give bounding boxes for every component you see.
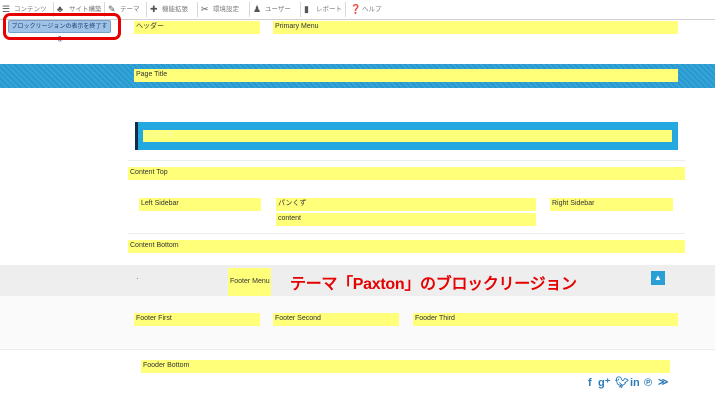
toolbar-item-label: サイト構築 [69, 6, 102, 13]
region-breadcrumb-overlay: パンくず [143, 130, 672, 142]
help-icon: ❓ [350, 4, 362, 14]
divider [128, 233, 685, 234]
toolbar-divider [345, 2, 346, 17]
region-footer-first: Footer First [134, 313, 260, 326]
scroll-to-top-button[interactable]: ▲ [651, 271, 665, 285]
pinterest-icon[interactable]: ℗ [644, 376, 652, 390]
region-primary-menu: Primary Menu [273, 21, 678, 34]
footer-dot: · [136, 274, 139, 283]
wrench-icon: ✂ [201, 4, 209, 14]
users-icon: ♟ [253, 4, 262, 14]
chevron-up-icon: ▲ [654, 273, 662, 282]
highlight-frame [3, 13, 121, 40]
bar-chart-icon: ▮ [304, 4, 309, 14]
toolbar-divider [197, 2, 198, 17]
toolbar-item-label: レポート [316, 6, 342, 13]
toolbar-item-label: コンテンツ [14, 6, 47, 13]
toolbar-divider [300, 2, 301, 17]
twitter-icon[interactable]: 🐦︎ [615, 376, 629, 390]
region-content: content [276, 213, 536, 226]
puzzle-icon: ✚ [150, 4, 158, 14]
region-footer-bottom: Fooder Bottom [141, 360, 670, 373]
region-header: ヘッダー [134, 21, 260, 34]
toolbar-item-reports[interactable]: ▮ レポート [302, 0, 342, 19]
region-footer-second: Footer Second [273, 313, 399, 326]
region-breadcrumb: パンくず [276, 198, 536, 211]
divider [128, 160, 685, 161]
toolbar-divider [146, 2, 147, 17]
toolbar-item-extend[interactable]: ✚ 機能拡張 [148, 0, 188, 19]
toolbar-item-label: ユーザー [265, 6, 291, 13]
toolbar-item-people[interactable]: ♟ ユーザー [251, 0, 291, 19]
region-right-sidebar: Right Sidebar [550, 198, 673, 211]
annotation-caption: テーマ「Paxton」のブロックリージョン [290, 276, 577, 293]
region-content-top: Content Top [128, 167, 685, 180]
google-plus-icon[interactable]: g⁺ [598, 376, 611, 390]
region-content-bottom: Content Bottom [128, 240, 685, 253]
toolbar-item-label: 機能拡張 [162, 6, 188, 13]
toolbar-divider [249, 2, 250, 17]
toolbar-item-configuration[interactable]: ✂ 環境設定 [199, 0, 239, 19]
rss-icon[interactable]: ≫ [658, 376, 668, 390]
region-left-sidebar: Left Sidebar [139, 198, 261, 211]
region-footer-third: Fooder Third [413, 313, 678, 326]
region-page-title: Page Title [134, 69, 678, 82]
divider [0, 349, 715, 350]
region-footer-menu: Footer Menu [228, 268, 271, 296]
toolbar-item-help[interactable]: ❓ ヘルプ [348, 0, 382, 19]
toolbar-item-label: ヘルプ [362, 6, 382, 13]
toolbar-item-label: テーマ [120, 6, 140, 13]
linkedin-icon[interactable]: in [630, 376, 640, 390]
toolbar-item-label: 環境設定 [213, 6, 239, 13]
facebook-icon[interactable]: f [588, 376, 592, 390]
